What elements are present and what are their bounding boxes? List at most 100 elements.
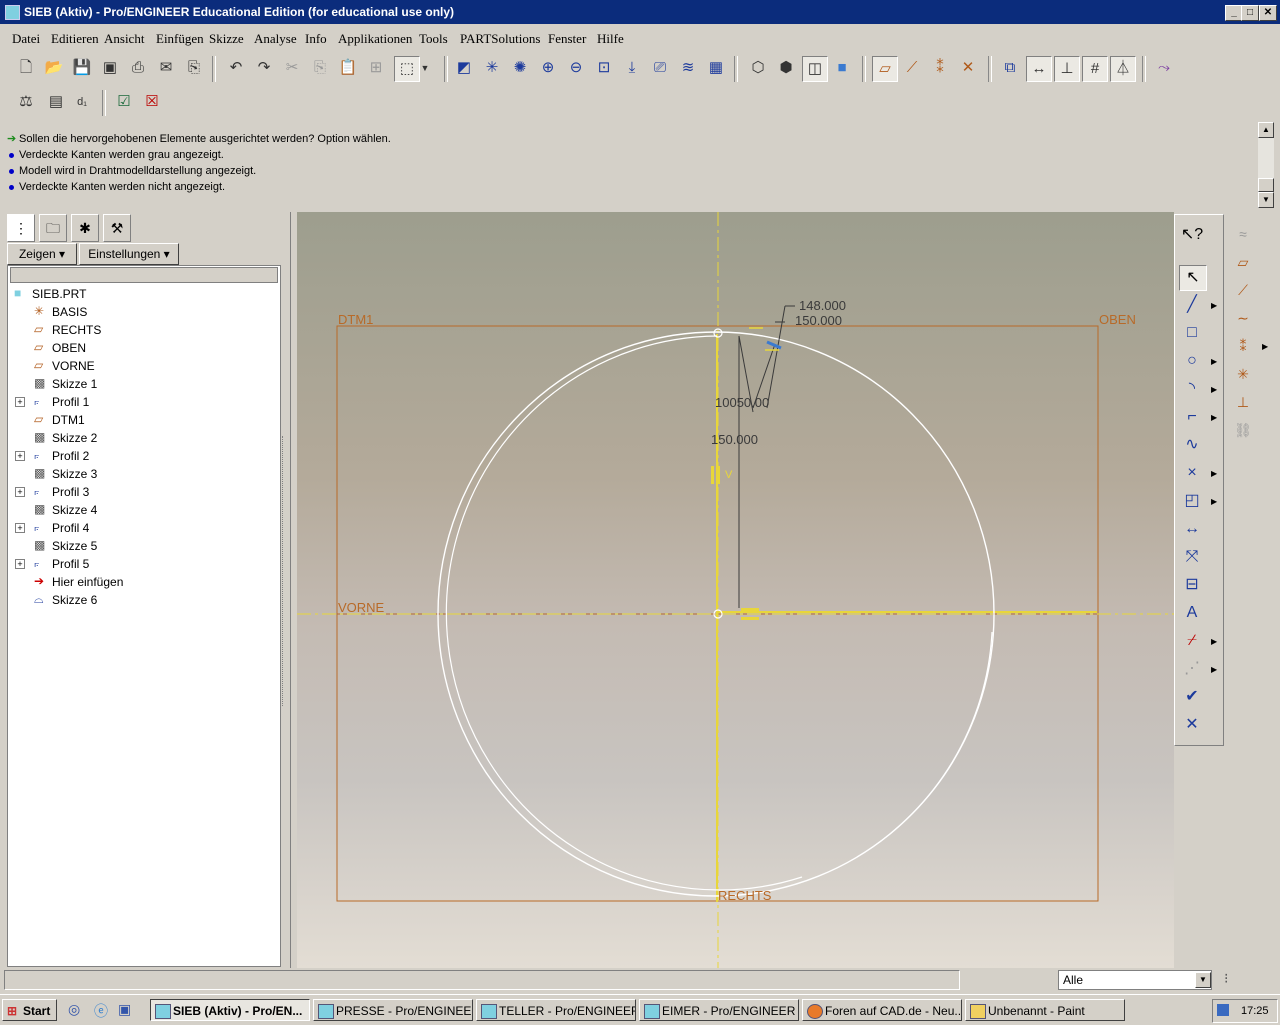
view-manager-icon[interactable]: ▦ [704,56,728,80]
datum-axes-icon[interactable]: ⟋ [900,56,924,80]
relations-icon[interactable]: ⚖ [14,90,38,114]
expand-icon[interactable]: + [15,559,25,569]
layers-icon[interactable]: ≋ [676,56,700,80]
maximize-button[interactable]: □ [1241,5,1259,21]
dimension-value-overlapping[interactable]: 10050.00 [715,395,769,410]
tree-item[interactable]: ▱ OBEN [34,340,86,356]
menu-partsolutions[interactable]: PARTSolutions [460,31,540,47]
tree-item[interactable]: ▱ DTM1 [34,412,85,428]
menu-fenster[interactable]: Fenster [548,31,586,47]
sketch-orient-icon[interactable]: ⧉ [998,56,1022,80]
task-sieb[interactable]: SIEB (Aktiv) - Pro/EN... [150,999,310,1021]
tree-item[interactable]: ▩ Skizze 3 [34,466,97,482]
show-vertices-icon[interactable]: ⏃ [1110,56,1136,82]
whats-this-icon[interactable]: ↖? [1179,223,1205,247]
point-flyout-icon[interactable]: ▶ [1211,469,1217,478]
dimension-value[interactable]: 148.000 [799,298,846,313]
datum-label-oben[interactable]: OBEN [1099,312,1136,327]
switch-dimensions-icon[interactable]: d₁ [70,90,94,114]
tree-item[interactable]: + ⟔ Profil 2 [15,448,89,464]
tree-item[interactable]: ▱ RECHTS [34,322,101,338]
tree-item[interactable]: ▱ VORNE [34,358,95,374]
menu-skizze[interactable]: Skizze [209,31,244,47]
modify-icon[interactable]: ⤧ [1179,545,1205,569]
dimension-value[interactable]: 150.000 [711,432,758,447]
task-firefox[interactable]: Foren auf CAD.de - Neu... [802,999,962,1021]
folder-browser-tab-icon[interactable]: 🗀 [39,214,67,242]
tree-item[interactable]: ■ SIEB.PRT [14,286,86,302]
csys-tool-icon[interactable]: ✳ [1230,362,1256,386]
select-icon[interactable]: ↖ [1179,265,1207,291]
cancel-icon[interactable]: ✕ [1179,713,1205,737]
point-tool-icon[interactable]: ⁑ [1230,334,1256,358]
arc-icon[interactable]: ◝ [1179,377,1205,401]
quicklaunch-desktop-icon[interactable]: ▣ [118,1001,131,1018]
analysis-tool-icon[interactable]: ⊥ [1230,390,1256,414]
selection-filter[interactable]: Alle ▼ [1058,970,1212,990]
fillet-icon[interactable]: ⌐ [1179,405,1205,429]
redo-icon[interactable]: ↷ [252,56,276,80]
dimension-icon[interactable]: ↔ [1179,517,1205,541]
graphics-window[interactable]: DTM1 OBEN VORNE RECHTS 148.000 150.000 1… [297,212,1174,968]
menu-info[interactable]: Info [305,31,327,47]
tree-item[interactable]: ➔ Hier einfügen [34,574,123,590]
scroll-thumb[interactable] [1258,178,1274,192]
favorites-tab-icon[interactable]: ✱ [71,214,99,242]
tree-item[interactable]: + ⟔ Profil 1 [15,394,89,410]
tree-item[interactable]: ✳ BASIS [34,304,87,320]
spline-icon[interactable]: ∿ [1179,433,1205,457]
shading-icon[interactable]: ■ [830,56,854,80]
selection-filter-dropdown-icon[interactable]: ▼ [1195,972,1211,988]
quicklaunch-browser-icon[interactable]: ⓔ [94,1001,108,1021]
menu-einfuegen[interactable]: Einfügen [156,31,204,47]
mirror-icon[interactable]: ⋰ [1179,657,1205,681]
tray-network-icon[interactable] [1217,1004,1229,1016]
resize-grip-icon[interactable]: ⁝ [1224,970,1228,987]
tree-item[interactable]: ⌓ Skizze 6 [34,592,97,608]
mirror-flyout-icon[interactable]: ▶ [1211,665,1217,674]
coordinate-systems-icon[interactable]: ✕ [956,56,980,80]
hidden-line-icon[interactable]: ⬢ [774,56,798,80]
send-mail-icon[interactable]: ✉ [154,56,178,80]
wireframe-icon[interactable]: ⬡ [746,56,770,80]
menu-datei[interactable]: Datei [12,31,40,47]
window-close-icon[interactable]: ☒ [140,90,164,114]
tree-item[interactable]: ▩ Skizze 2 [34,430,97,446]
tree-item[interactable]: + ⟔ Profil 3 [15,484,89,500]
open-file-icon[interactable]: 📂 [42,56,66,80]
menu-ansicht[interactable]: Ansicht [104,31,144,47]
menu-editieren[interactable]: Editieren [51,31,99,47]
curve-tool-icon[interactable]: ∼ [1230,306,1256,330]
show-constraints-icon[interactable]: ⊥ [1054,56,1080,82]
orient-icon[interactable]: ✺ [508,56,532,80]
sketch-canvas[interactable]: DTM1 OBEN VORNE RECHTS 148.000 150.000 1… [297,212,1174,968]
line-icon[interactable]: ╱ [1179,293,1205,317]
message-scrollbar[interactable]: ▲ ▼ [1258,122,1274,208]
tree-item[interactable]: + ⟔ Profil 4 [15,520,89,536]
task-paint[interactable]: Unbenannt - Paint [965,999,1125,1021]
clock[interactable]: 17:25 [1241,1000,1269,1022]
copy-icon[interactable]: ⎘ [308,56,332,80]
tree-item[interactable]: ▩ Skizze 1 [34,376,97,392]
tree-item[interactable]: + ⟔ Profil 5 [15,556,89,572]
datum-planes-icon[interactable]: ▱ [872,56,898,82]
point-icon[interactable]: × [1179,461,1205,485]
save-copy-icon[interactable]: ▣ [98,56,122,80]
arc-flyout-icon[interactable]: ▶ [1211,385,1217,394]
zoom-out-icon[interactable]: ⊖ [564,56,588,80]
circle-flyout-icon[interactable]: ▶ [1211,357,1217,366]
expand-icon[interactable]: + [15,397,25,407]
zoom-in-icon[interactable]: ⊕ [536,56,560,80]
paste-icon[interactable]: 📋 [336,56,360,80]
text-icon[interactable]: A [1179,601,1205,625]
model-tree-tab-icon[interactable]: ⋮ [7,214,35,242]
scroll-up-button[interactable]: ▲ [1258,122,1274,138]
axis-tool-icon[interactable]: ⟋ [1230,278,1256,302]
window-activate-icon[interactable]: ☑ [112,90,136,114]
sketch-arc-right[interactable] [856,631,993,858]
send-link-icon[interactable]: ⎘ [182,56,206,80]
use-edge-icon[interactable]: ◰ [1179,489,1205,513]
datum-label-rechts[interactable]: RECHTS [718,888,772,903]
datum-points-icon[interactable]: ⁑ [928,56,952,80]
circle-icon[interactable]: ○ [1179,349,1205,373]
